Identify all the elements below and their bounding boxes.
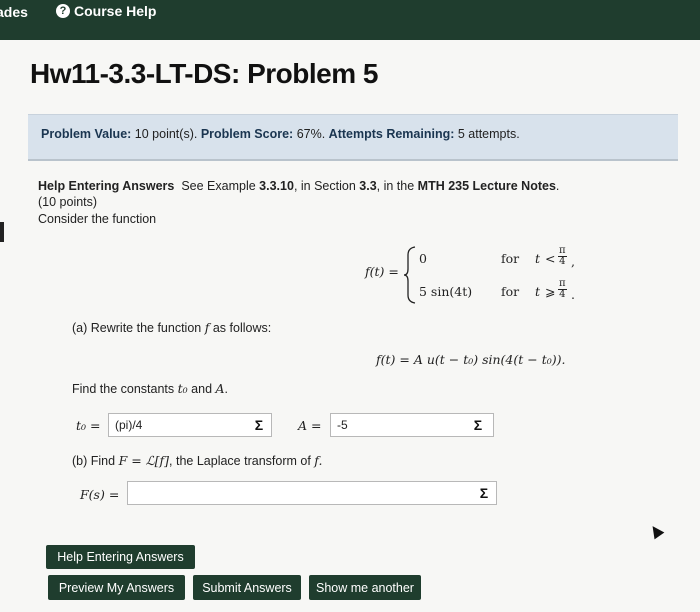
top-nav-bar: ades ? Course Help <box>0 0 700 40</box>
part-a-text: (a) Rewrite the function f as follows: <box>72 320 272 335</box>
problem-info-text: Problem Value: 10 point(s). Problem Scor… <box>41 127 520 141</box>
attempts-label: Attempts Remaining: <box>328 127 455 141</box>
Fs-input[interactable] <box>127 481 497 505</box>
value-text: 10 point(s). <box>134 127 198 141</box>
score-text: 67%. <box>296 127 326 141</box>
left-brace-icon <box>403 246 416 304</box>
find-constants-text: Find the constants t₀ and A. <box>72 381 229 396</box>
case2-value: 5 sin(4t) <box>419 284 473 299</box>
Fs-label: F(s) = <box>80 487 120 502</box>
piecewise-function: f(t) = 0 5 sin(4t) for t < π4 , for t ⩾ … <box>365 245 575 304</box>
page-title: Hw11-3.3-LT-DS: Problem 5 <box>30 58 378 89</box>
sigma-icon-Fs[interactable]: Σ <box>474 483 494 503</box>
show-another-button[interactable]: Show me another <box>309 575 421 600</box>
case1-value: 0 <box>419 251 427 266</box>
question-circle-icon: ? <box>56 4 70 18</box>
t0-input[interactable]: (pi)/4 <box>108 413 272 437</box>
attempts-text: 5 attempts. <box>457 127 520 141</box>
A-label: A = <box>298 418 322 433</box>
score-label: Problem Score: <box>200 127 294 141</box>
problem-help-line: Help Entering Answers See Example 3.3.10… <box>38 179 560 193</box>
sigma-icon-A[interactable]: Σ <box>468 415 488 435</box>
preview-answers-button[interactable]: Preview My Answers <box>48 575 185 600</box>
value-label: Problem Value: <box>41 127 132 141</box>
course-help-label: Course Help <box>74 3 157 19</box>
problem-info-box: Problem Value: 10 point(s). Problem Scor… <box>28 114 678 161</box>
mouse-cursor-icon <box>647 522 665 540</box>
consider-text: Consider the function <box>38 212 157 226</box>
nav-course-help-link[interactable]: ? Course Help <box>56 3 156 19</box>
submit-answers-button[interactable]: Submit Answers <box>193 575 301 600</box>
sigma-icon-t0[interactable]: Σ <box>249 415 269 435</box>
f-of-t-label: f(t) = <box>365 264 399 279</box>
t0-label: t₀ = <box>76 418 101 433</box>
help-entering-answers-button[interactable]: Help Entering Answers <box>46 545 195 569</box>
nav-grades-link[interactable]: ades <box>0 4 28 20</box>
left-accent-bar <box>0 222 4 242</box>
rewrite-formula: f(t) = A u(t − t₀) sin(4(t − t₀)). <box>376 352 566 367</box>
part-b-text: (b) Find F = ℒ[f], the Laplace transform… <box>72 453 323 468</box>
points-text: (10 points) <box>38 195 98 209</box>
help-entering-answers-link[interactable]: Help Entering Answers <box>38 179 174 193</box>
